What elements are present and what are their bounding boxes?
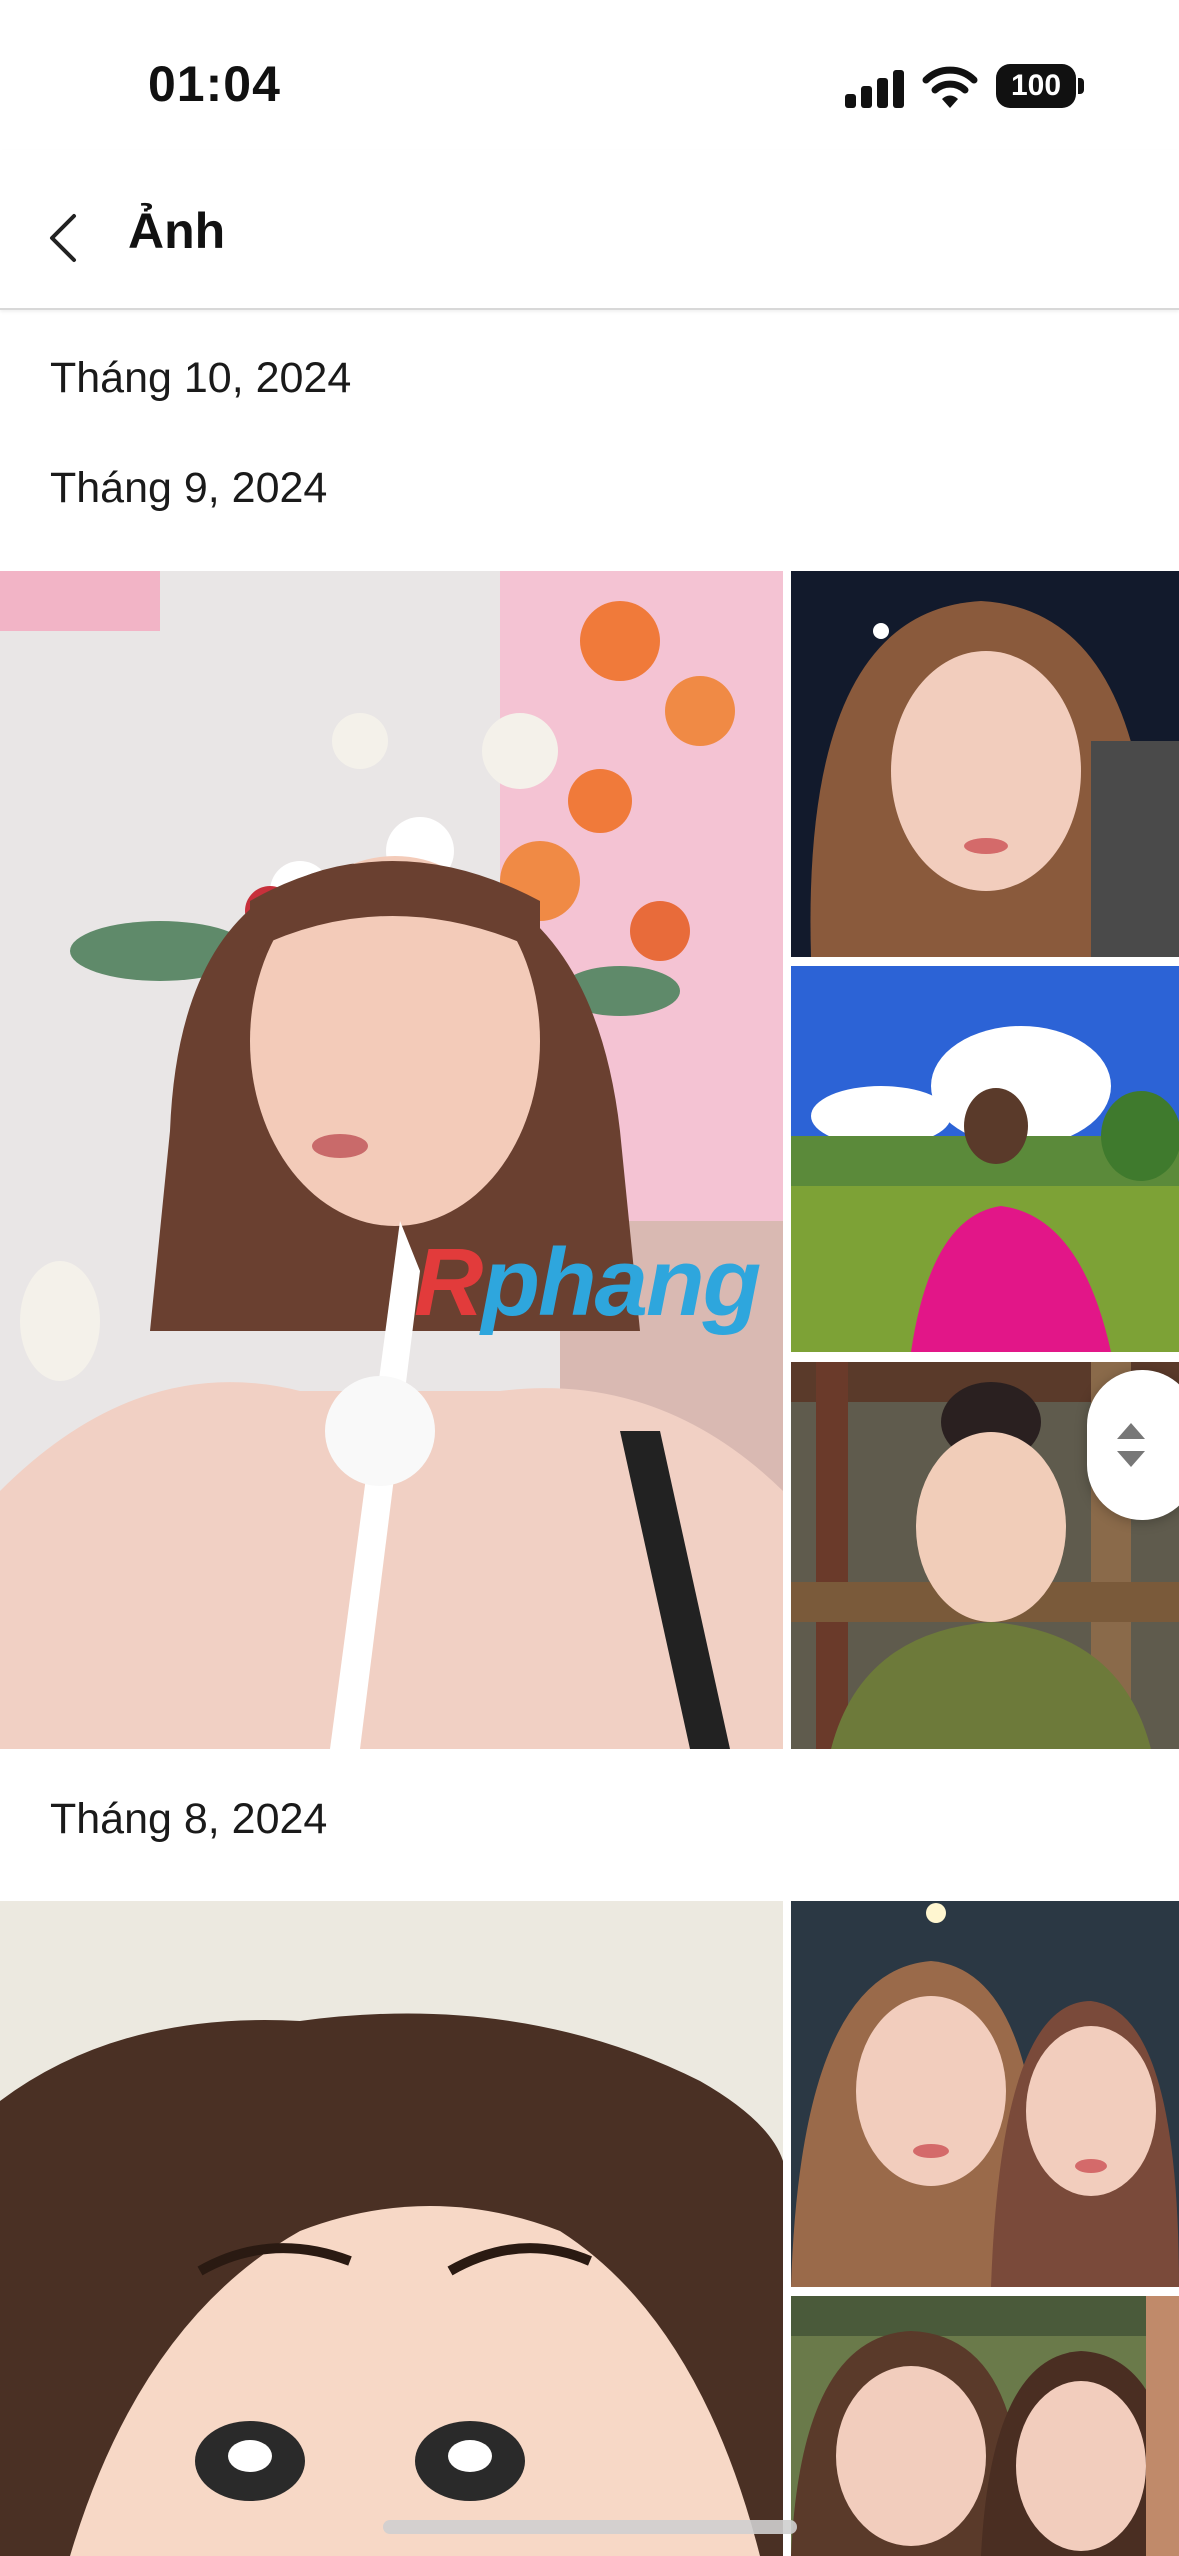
photo-thumbnail[interactable] — [791, 1901, 1179, 2287]
photo-thumbnail[interactable] — [0, 1901, 783, 2556]
photo-thumbnail[interactable] — [0, 571, 783, 1749]
status-time: 01:04 — [148, 56, 281, 112]
month-header-sep-2024: Tháng 9, 2024 — [50, 464, 328, 512]
scroll-handle[interactable] — [1087, 1370, 1179, 1520]
status-bar: 01:04 100 — [0, 0, 1179, 150]
month-header-aug-2024: Tháng 8, 2024 — [50, 1795, 328, 1843]
page-title: Ảnh — [128, 203, 226, 259]
chevron-left-icon[interactable] — [40, 208, 90, 268]
signal-icon — [845, 68, 905, 108]
photo-thumbnail[interactable] — [791, 2296, 1179, 2556]
home-indicator — [383, 2520, 797, 2534]
wifi-icon — [922, 66, 978, 108]
photo-thumbnail[interactable] — [791, 571, 1179, 957]
battery-tip — [1078, 78, 1084, 94]
month-header-oct-2024: Tháng 10, 2024 — [50, 354, 352, 402]
nav-bar: Ảnh — [0, 150, 1179, 310]
sort-arrows-icon — [1117, 1423, 1145, 1467]
watermark: Rphang — [414, 1229, 761, 1336]
battery-icon: 100 — [996, 64, 1076, 108]
photo-thumbnail[interactable] — [791, 966, 1179, 1352]
